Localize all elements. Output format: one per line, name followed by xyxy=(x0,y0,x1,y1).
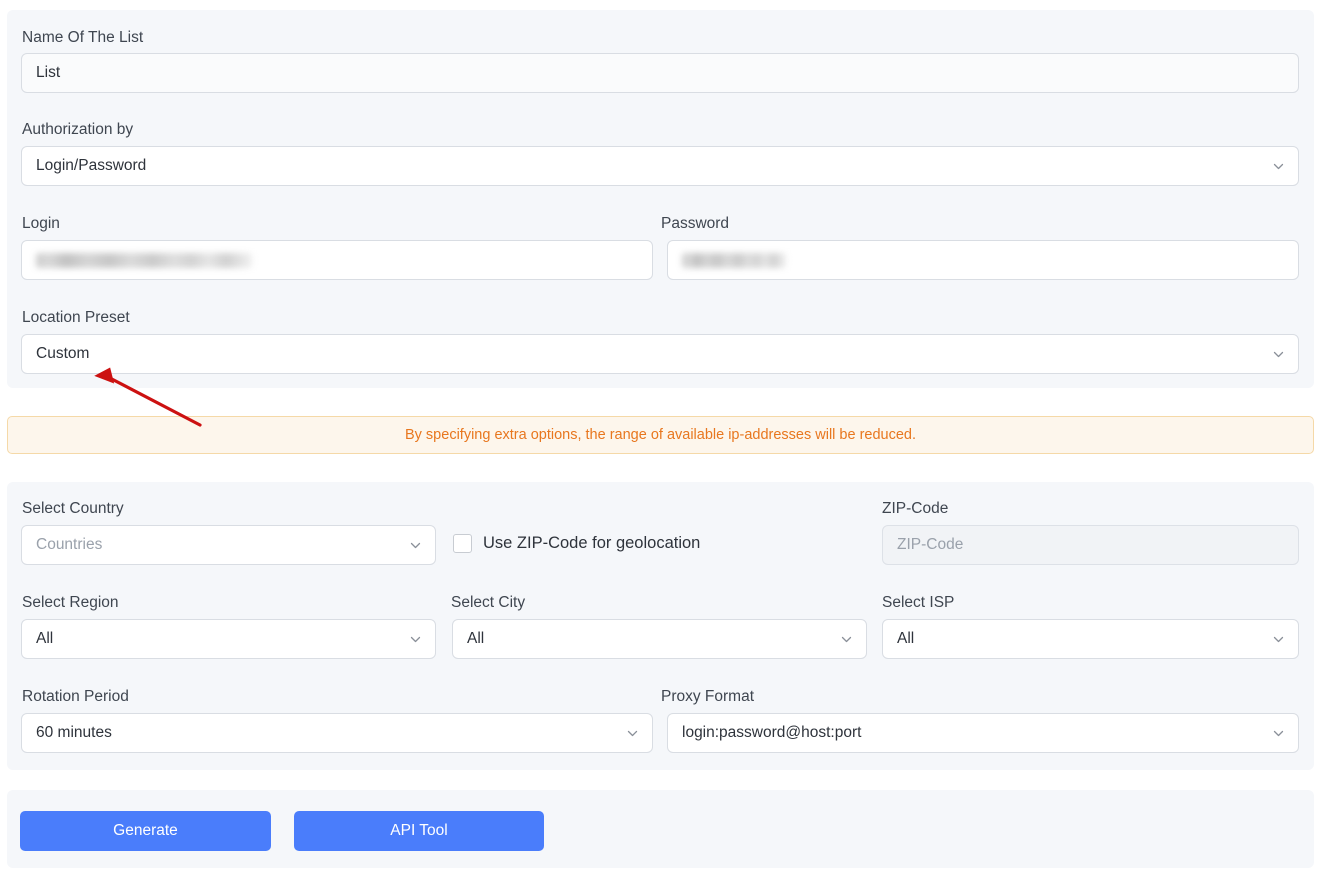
country-placeholder: Countries xyxy=(36,536,103,554)
isp-select[interactable]: All xyxy=(882,619,1299,659)
password-input[interactable] xyxy=(667,240,1299,280)
authorization-value: Login/Password xyxy=(36,157,147,175)
isp-value: All xyxy=(897,630,915,648)
chevron-down-icon xyxy=(409,633,422,646)
password-label: Password xyxy=(661,215,730,232)
login-label: Login xyxy=(22,215,60,232)
login-input[interactable] xyxy=(21,240,653,280)
region-select[interactable]: All xyxy=(21,619,436,659)
proxy-format-label: Proxy Format xyxy=(661,688,755,705)
location-preset-value: Custom xyxy=(36,345,90,363)
authorization-label: Authorization by xyxy=(22,121,134,138)
authorization-select[interactable]: Login/Password xyxy=(21,146,1299,186)
zip-geolocation-label: Use ZIP-Code for geolocation xyxy=(483,534,701,553)
chevron-down-icon xyxy=(1272,727,1285,740)
warning-banner-text: By specifying extra options, the range o… xyxy=(404,426,916,443)
rotation-period-select[interactable]: 60 minutes xyxy=(21,713,653,753)
proxy-format-select[interactable]: login:password@host:port xyxy=(667,713,1299,753)
api-tool-button[interactable]: API Tool xyxy=(294,811,544,851)
city-value: All xyxy=(467,630,485,648)
location-preset-select[interactable]: Custom xyxy=(21,334,1299,374)
generate-button[interactable]: Generate xyxy=(20,811,271,851)
zip-geolocation-checkbox-row[interactable]: Use ZIP-Code for geolocation xyxy=(453,534,700,553)
proxy-format-value: login:password@host:port xyxy=(682,724,862,742)
proxy-generator-page: Name Of The List List Authorization by L… xyxy=(0,0,1322,877)
list-name-label: Name Of The List xyxy=(22,29,144,46)
chevron-down-icon xyxy=(409,539,422,552)
chevron-down-icon xyxy=(626,727,639,740)
country-select[interactable]: Countries xyxy=(21,525,436,565)
login-redacted-value xyxy=(36,252,252,268)
chevron-down-icon xyxy=(1272,633,1285,646)
region-label: Select Region xyxy=(22,594,119,611)
zip-code-input[interactable]: ZIP-Code xyxy=(882,525,1299,565)
location-preset-label: Location Preset xyxy=(22,309,130,326)
rotation-period-value: 60 minutes xyxy=(36,724,112,742)
warning-banner: By specifying extra options, the range o… xyxy=(7,416,1314,454)
zip-geolocation-checkbox[interactable] xyxy=(453,534,472,553)
region-value: All xyxy=(36,630,54,648)
rotation-period-label: Rotation Period xyxy=(22,688,129,705)
chevron-down-icon xyxy=(1272,348,1285,361)
chevron-down-icon xyxy=(1272,160,1285,173)
actions-panel: Generate API Tool xyxy=(7,790,1314,868)
list-name-input[interactable]: List xyxy=(21,53,1299,93)
isp-label: Select ISP xyxy=(882,594,955,611)
zip-code-label: ZIP-Code xyxy=(882,500,949,517)
city-label: Select City xyxy=(451,594,526,611)
password-redacted-value xyxy=(682,252,786,268)
location-options-panel: Select Country Countries Use ZIP-Code fo… xyxy=(7,482,1314,770)
zip-code-placeholder: ZIP-Code xyxy=(897,536,964,554)
list-name-value: List xyxy=(36,64,61,82)
country-label: Select Country xyxy=(22,500,124,517)
credentials-panel: Name Of The List List Authorization by L… xyxy=(7,10,1314,388)
city-select[interactable]: All xyxy=(452,619,867,659)
chevron-down-icon xyxy=(840,633,853,646)
